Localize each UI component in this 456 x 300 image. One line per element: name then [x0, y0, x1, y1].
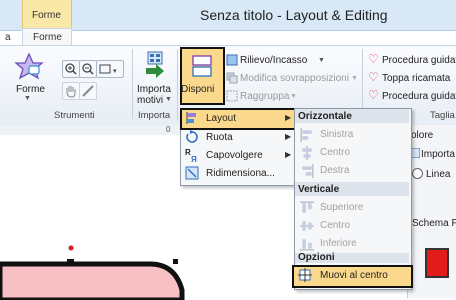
menu-item-layout-label: Layout [206, 113, 237, 124]
linea-radio-button[interactable] [412, 168, 423, 179]
strumenti-group-label: Strumenti [54, 110, 95, 121]
chevron-down-icon: ▼ [165, 96, 172, 103]
group-separator [177, 49, 178, 119]
align-bottom-icon [300, 239, 314, 251]
context-tab-label: Forme [32, 10, 61, 21]
importa-color-button[interactable]: Importa [421, 149, 455, 160]
submenu-arrow-icon: ▶ [285, 113, 292, 122]
measure-button[interactable] [79, 82, 97, 100]
orizzontale-header-label: Orizzontale [298, 111, 352, 122]
heart-patch-icon: ♡ [368, 70, 379, 84]
move-to-center-icon [298, 268, 312, 282]
zoom-fit-icon: ▾ [99, 64, 117, 75]
hand-icon [66, 86, 76, 98]
forme-button-label: Forme [16, 84, 45, 95]
chevron-down-icon: ▼ [290, 93, 297, 100]
submenu-arrow-icon: ▶ [285, 150, 292, 159]
colore-tab-label[interactable]: olore [411, 130, 433, 141]
overlap-icon [226, 72, 238, 84]
tab-forme-label[interactable]: Forme [33, 32, 62, 43]
importa-motivi-label-1: Importa [137, 84, 171, 95]
pan-button[interactable] [62, 82, 80, 100]
arrange-icon [192, 55, 212, 77]
importa-motivi-label-2: motivi [137, 95, 164, 106]
chevron-down-icon: ▼ [351, 75, 358, 82]
submenu-item-destra[interactable]: Destra [320, 165, 349, 176]
import-pattern-icon [146, 51, 164, 78]
align-left-icon [300, 128, 312, 142]
submenu-item-inferiore[interactable]: Inferiore [320, 238, 357, 249]
menu-item-capovolgere[interactable]: Capovolgere [206, 150, 263, 161]
schema-fili-label: Schema Fil [412, 218, 456, 229]
flip-icon: RЯ [185, 148, 197, 162]
zoom-out-icon [82, 63, 94, 75]
modifica-sovrapposizioni-button[interactable]: Modifica sovrapposizioni [240, 73, 349, 84]
submenu-item-centro-verticale[interactable]: Centro [320, 220, 350, 231]
rilievo-incasso-button[interactable]: Rilievo/Incasso [240, 55, 307, 66]
align-center-h-icon [302, 146, 312, 160]
star-shape-icon [14, 52, 44, 80]
opzioni-header-label: Opzioni [298, 252, 335, 263]
zoom-in-icon [65, 63, 77, 75]
submenu-item-sinistra[interactable]: Sinistra [320, 129, 353, 140]
window-title: Senza titolo - Layout & Editing [200, 7, 388, 23]
emboss-icon [226, 54, 238, 66]
zoom-in-button[interactable] [62, 60, 80, 78]
thread-color-swatch[interactable] [425, 248, 449, 278]
submenu-arrow-icon: ▶ [285, 132, 292, 141]
tab-partial[interactable]: a [5, 32, 11, 43]
ruler-zero-label: 0 [166, 125, 171, 134]
svg-text:▾: ▾ [113, 68, 117, 75]
rotate-icon [186, 130, 198, 143]
resize-icon [185, 166, 199, 180]
disponi-label: Disponi [181, 84, 215, 95]
zoom-fit-button[interactable]: ▾ [96, 60, 124, 78]
importa-group-label: Importa [138, 110, 171, 121]
submenu-item-centro-orizzontale[interactable]: Centro [320, 147, 350, 158]
zoom-out-button[interactable] [79, 60, 97, 78]
align-right-icon [302, 164, 314, 178]
selection-handles[interactable] [60, 244, 250, 274]
menu-item-ridimensiona[interactable]: Ridimensiona... [206, 168, 275, 179]
group-separator [132, 49, 133, 119]
chevron-down-icon: ▼ [24, 95, 31, 102]
procedura-guidata-button-2[interactable]: Procedura guidata [382, 91, 456, 102]
linea-radio-label: Linea [426, 169, 451, 180]
ruler-icon [82, 85, 94, 97]
heart-wizard-icon: ♡ [368, 88, 379, 102]
group-icon [226, 90, 238, 102]
svg-text:Я: Я [191, 155, 197, 162]
disponi-button[interactable] [180, 47, 225, 105]
muovi-al-centro-label: Muovi al centro [320, 270, 388, 281]
toppa-ricamata-button[interactable]: Toppa ricamata [382, 73, 450, 84]
layout-icon [186, 112, 196, 124]
menu-item-ruota[interactable]: Ruota [206, 132, 233, 143]
procedura-guidata-button-1[interactable]: Procedura guidata [382, 55, 456, 66]
align-top-icon [300, 201, 314, 213]
verticale-header-label: Verticale [298, 184, 340, 195]
chevron-down-icon: ▼ [318, 57, 325, 64]
align-center-v-icon [300, 221, 314, 231]
heart-icon: ♡ [368, 52, 379, 66]
submenu-item-superiore[interactable]: Superiore [320, 202, 363, 213]
raggruppa-button[interactable]: Raggruppa [240, 91, 289, 102]
taglia-group-label: Taglia [430, 110, 455, 121]
